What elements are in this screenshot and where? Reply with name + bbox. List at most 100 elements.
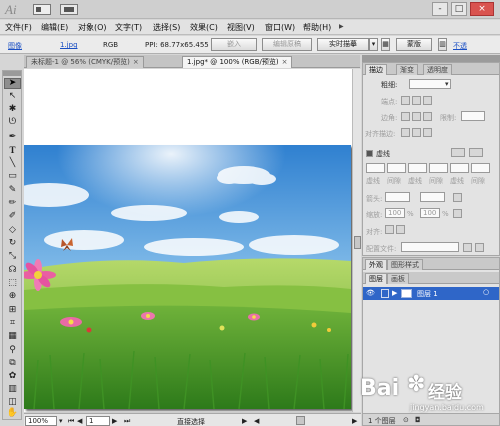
dash-field-3[interactable] [450,163,469,173]
eraser-tool-icon[interactable]: ◇ [4,225,21,236]
minimize-button[interactable]: - [432,2,448,16]
dashed-line-checkbox[interactable] [366,150,373,157]
warp-tool-icon[interactable]: ☊ [4,265,21,276]
bevel-join-icon[interactable] [423,112,432,121]
expand-layer-icon[interactable]: ▶ [392,289,397,297]
close-button[interactable]: × [470,2,494,16]
visibility-eye-icon[interactable]: 👁 [366,289,375,297]
align-center-icon[interactable] [401,128,410,137]
tab-stroke[interactable]: 描边 [365,64,387,75]
align-icon[interactable]: ▥ [438,38,447,51]
menu-file[interactable]: 文件(F) [5,22,32,33]
vertical-scrollbar[interactable] [352,69,361,412]
embed-button[interactable]: 嵌入 [211,38,257,51]
tab-1-jpg[interactable]: 1.jpg* @ 100% (RGB/预览) × [182,56,293,68]
hand-tool-icon[interactable]: ✋ [4,408,21,419]
tab-appearance[interactable]: 外观 [365,259,387,270]
round-join-icon[interactable] [412,112,421,121]
layer-name[interactable]: 图层 1 [417,289,438,299]
locate-object-icon[interactable]: ⊙ [403,416,409,424]
object-type-link[interactable]: 图像 [8,41,22,51]
miter-join-icon[interactable] [401,112,410,121]
zoom-field[interactable]: 100% [25,416,57,426]
hscroll-right-icon[interactable]: ▶ [352,417,357,425]
tools-grip[interactable] [3,71,21,76]
menu-help[interactable]: 帮助(H) [303,22,331,33]
artboard-canvas[interactable] [24,69,360,412]
link-scale-icon[interactable] [453,209,462,218]
free-transform-tool-icon[interactable]: ⬚ [4,278,21,289]
lasso-tool-icon[interactable]: ᘎ [4,117,21,128]
gap-field-2[interactable] [429,163,448,173]
align-outside-icon[interactable] [423,128,432,137]
lock-toggle[interactable] [381,289,389,298]
start-arrowhead-select[interactable] [385,192,410,202]
magic-wand-tool-icon[interactable]: ✱ [4,104,21,115]
flip-profile-icon[interactable] [463,243,472,252]
type-tool-icon[interactable]: T [4,145,21,156]
placed-image[interactable] [24,145,351,409]
menu-type[interactable]: 文字(T) [115,22,142,33]
last-artboard-icon[interactable]: ⏭ [124,417,130,426]
workspace-layout-icon[interactable] [33,4,51,15]
swap-arrowheads-icon[interactable] [453,193,462,202]
gradient-tool-icon[interactable]: ▦ [4,331,21,342]
preserve-dashes-icon[interactable] [451,148,465,157]
mask-button[interactable]: 蒙版 [396,38,432,51]
make-clipping-mask-icon[interactable]: ◘ [415,416,421,424]
rotate-tool-icon[interactable]: ↻ [4,238,21,249]
end-arrowhead-select[interactable] [420,192,445,202]
blob-brush-tool-icon[interactable]: ✐ [4,211,21,222]
status-menu-icon[interactable]: ▶ [242,417,247,425]
first-artboard-icon[interactable]: ⏮ [68,417,74,426]
menu-object[interactable]: 对象(O) [78,22,107,33]
zoom-dropdown-icon[interactable]: ▾ [59,417,63,425]
tab-untitled-1[interactable]: 未标题-1 @ 56% (CMYK/预览) × [26,56,144,68]
projecting-cap-icon[interactable] [423,96,432,105]
paintbrush-tool-icon[interactable]: ✎ [4,185,21,196]
end-scale-field[interactable]: 100 [420,208,440,218]
line-tool-icon[interactable]: ╲ [4,158,21,169]
hscroll-thumb[interactable] [296,416,305,425]
direct-selection-tool-icon[interactable]: ↖ [4,91,21,102]
scale-tool-icon[interactable]: ⤡ [4,251,21,262]
tab-artboards[interactable]: 画板 [387,273,409,284]
perspective-grid-tool-icon[interactable]: ⊞ [4,305,21,316]
arrow-tip-beyond-icon[interactable] [385,225,394,234]
tracing-options-icon[interactable]: ▦ [381,38,390,51]
start-scale-field[interactable]: 100 [385,208,405,218]
menu-window[interactable]: 窗口(W) [265,22,295,33]
edit-original-button[interactable]: 编辑原稿 [262,38,312,51]
column-graph-tool-icon[interactable]: ▥ [4,384,21,395]
tab-transparency[interactable]: 透明度 [423,64,452,75]
shape-builder-tool-icon[interactable]: ⊕ [4,291,21,302]
mesh-tool-icon[interactable]: ⌗ [4,318,21,329]
align-inside-icon[interactable] [412,128,421,137]
artboard-tool-icon[interactable]: ◫ [4,397,21,408]
eyedropper-tool-icon[interactable]: ⚲ [4,345,21,356]
symbol-sprayer-tool-icon[interactable]: ✿ [4,371,21,382]
menu-effect[interactable]: 效果(C) [190,22,218,33]
flip-profile-alt-icon[interactable] [475,243,484,252]
close-tab-icon[interactable]: × [133,58,139,66]
dash-field-2[interactable] [408,163,427,173]
selection-tool-icon[interactable]: ➤ [4,78,21,89]
tab-layers[interactable]: 图层 [365,273,387,284]
dash-field-1[interactable] [366,163,385,173]
butt-cap-icon[interactable] [401,96,410,105]
target-circle-icon[interactable]: ○ [483,288,489,296]
pen-tool-icon[interactable]: ✒ [4,132,21,143]
layer-row[interactable]: 👁 ▶ 图层 1 ○ [363,287,499,300]
maximize-button[interactable]: □ [451,2,467,16]
menu-select[interactable]: 选择(S) [153,22,180,33]
align-dashes-icon[interactable] [469,148,483,157]
menu-edit[interactable]: 编辑(E) [41,22,68,33]
gap-field-3[interactable] [471,163,490,173]
tab-gradient[interactable]: 渐变 [396,64,418,75]
tab-graphic-styles[interactable]: 图形样式 [387,259,423,270]
next-artboard-icon[interactable]: ▶ [112,417,117,425]
miter-limit-field[interactable] [461,111,485,121]
blend-tool-icon[interactable]: ⧉ [4,358,21,369]
gap-field-1[interactable] [387,163,406,173]
opacity-link[interactable]: 不透 [453,41,467,51]
